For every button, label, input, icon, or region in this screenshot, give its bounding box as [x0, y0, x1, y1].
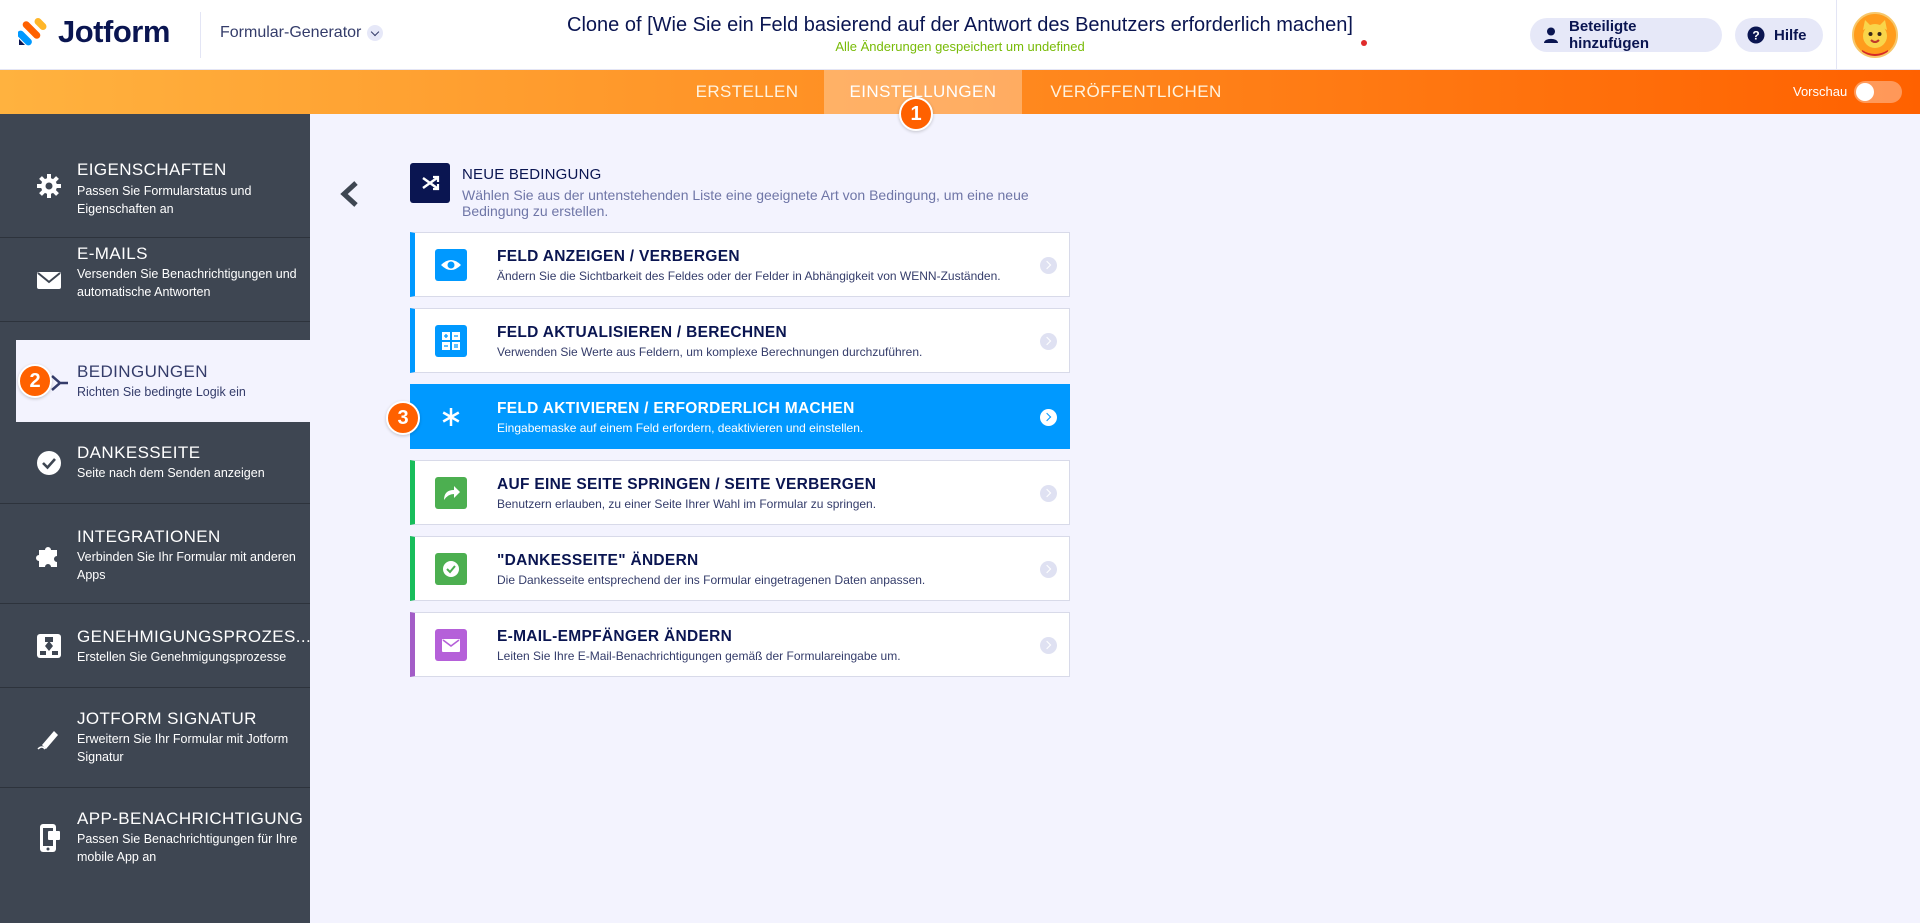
sidebar-item-title: DANKESSEITE [77, 443, 201, 462]
sidebar-item-desc: Passen Sie Benachrichtigungen für Ihre m… [77, 832, 298, 864]
condition-change-thankyou[interactable]: "DANKESSEITE" ÄNDERN Die Dankesseite ent… [410, 536, 1070, 601]
question-icon: ? [1747, 26, 1765, 44]
settings-sidebar: EIGENSCHAFTEN Passen Sie Formularstatus … [0, 114, 312, 923]
phone-icon [36, 823, 62, 852]
condition-change-email-recipient[interactable]: E-MAIL-EMPFÄNGER ÄNDERN Leiten Sie Ihre … [410, 612, 1070, 677]
new-condition-title: NEUE BEDINGUNG [462, 166, 602, 183]
sidebar-item-desc: Erweitern Sie Ihr Formular mit Jotform S… [77, 732, 289, 764]
logo-text: Jotform [58, 14, 170, 49]
condition-desc: Leiten Sie Ihre E-Mail-Benachrichtigunge… [497, 649, 901, 663]
sidebar-item-title: GENEHMIGUNGSPROZES... [77, 627, 312, 646]
condition-title: FELD ANZEIGEN / VERBERGEN [497, 248, 740, 265]
sidebar-item-app-notifications[interactable]: APP-BENACHRICHTIGUNG Passen Sie Benachri… [0, 789, 310, 889]
top-header: Jotform Formular-Generator Clone of [Wie… [0, 0, 1920, 70]
condition-show-hide[interactable]: FELD ANZEIGEN / VERBERGEN Ändern Sie die… [410, 232, 1070, 297]
sidebar-item-title: EIGENSCHAFTEN [77, 160, 227, 179]
user-icon [1542, 26, 1560, 44]
jotform-logo[interactable]: Jotform [17, 14, 170, 50]
sidebar-item-properties[interactable]: EIGENSCHAFTEN Passen Sie Formularstatus … [0, 114, 310, 238]
calculator-icon [435, 325, 467, 357]
condition-title: FELD AKTIVIEREN / ERFORDERLICH MACHEN [497, 400, 855, 417]
chevron-right-icon [1040, 637, 1057, 654]
eye-icon [435, 249, 467, 281]
sidebar-item-signature[interactable]: JOTFORM SIGNATUR Erweitern Sie Ihr Formu… [0, 689, 310, 788]
sidebar-item-emails[interactable]: E-MAILS Versenden Sie Benachrichtigungen… [0, 239, 310, 322]
builder-dropdown[interactable]: Formular-Generator [220, 24, 384, 42]
pen-icon [36, 725, 62, 751]
condition-title: AUF EINE SEITE SPRINGEN / SEITE VERBERGE… [497, 476, 877, 493]
sidebar-item-desc: Versenden Sie Benachrichtigungen und aut… [77, 267, 297, 299]
sidebar-item-thankyou[interactable]: DANKESSEITE Seite nach dem Senden anzeig… [0, 422, 310, 504]
chevron-right-icon [1040, 485, 1057, 502]
condition-skip-hide-page[interactable]: AUF EINE SEITE SPRINGEN / SEITE VERBERGE… [410, 460, 1070, 525]
avatar[interactable] [1852, 12, 1898, 58]
condition-desc: Eingabemaske auf einem Feld erfordern, d… [497, 421, 864, 435]
envelope-icon [36, 267, 62, 293]
header-divider [1836, 0, 1837, 70]
sidebar-item-title: INTEGRATIONEN [77, 527, 221, 546]
add-collaborators-button[interactable]: Beteiligte hinzufügen [1530, 18, 1722, 52]
condition-desc: Ändern Sie die Sichtbarkeit des Feldes o… [497, 269, 1001, 283]
save-status: Alle Änderungen gespeichert um undefined [835, 39, 1085, 54]
flow-icon [36, 633, 62, 659]
step-badge-1: 1 [899, 97, 933, 131]
condition-title: FELD AKTUALISIEREN / BERECHNEN [497, 324, 788, 341]
gear-icon [36, 173, 62, 199]
header-divider [200, 12, 201, 58]
sidebar-item-title: APP-BENACHRICHTIGUNG [77, 809, 304, 828]
help-label: Hilfe [1774, 26, 1807, 44]
jotform-logo-mark [17, 15, 50, 49]
sidebar-item-desc: Verbinden Sie Ihr Formular mit anderen A… [77, 550, 296, 582]
mail-icon [435, 629, 467, 661]
sidebar-item-conditions[interactable]: BEDINGUNGEN Richten Sie bedingte Logik e… [16, 340, 310, 422]
builder-nav: ERSTELLEN EINSTELLUNGEN VERÖFFENTLICHEN … [0, 70, 1920, 114]
check-icon [435, 553, 467, 585]
builder-label: Formular-Generator [220, 24, 362, 41]
preview-toggle[interactable] [1854, 81, 1902, 103]
sidebar-item-desc: Richten Sie bedingte Logik ein [77, 385, 246, 399]
sidebar-item-title: E-MAILS [77, 244, 148, 263]
tab-build[interactable]: ERSTELLEN [676, 70, 818, 114]
help-button[interactable]: ? Hilfe [1735, 18, 1823, 52]
chevron-right-icon [1040, 333, 1057, 350]
sidebar-item-desc: Erstellen Sie Genehmigungsprozesse [77, 650, 287, 664]
new-condition-desc: Wählen Sie aus der untenstehenden Liste … [462, 187, 1029, 219]
condition-update-calculate[interactable]: FELD AKTUALISIEREN / BERECHNEN Verwenden… [410, 308, 1070, 373]
jump-arrow-icon [435, 477, 467, 509]
chevron-right-icon [1040, 561, 1057, 578]
chevron-right-icon [1040, 409, 1057, 426]
shuffle-icon [410, 163, 450, 203]
sidebar-item-desc: Passen Sie Formularstatus und Eigenschaf… [77, 184, 252, 216]
check-circle-icon [36, 450, 62, 476]
sidebar-item-approvals[interactable]: GENEHMIGUNGSPROZES... Erstellen Sie Gene… [0, 605, 312, 688]
condition-enable-require[interactable]: FELD AKTIVIEREN / ERFORDERLICH MACHEN Ei… [410, 384, 1070, 449]
asterisk-icon [435, 401, 467, 433]
condition-desc: Verwenden Sie Werte aus Feldern, um komp… [497, 345, 923, 359]
condition-title: E-MAIL-EMPFÄNGER ÄNDERN [497, 628, 733, 645]
condition-desc: Benutzern erlauben, zu einer Seite Ihrer… [497, 497, 877, 511]
back-arrow-icon[interactable] [338, 180, 360, 208]
preview-label: Vorschau [1793, 84, 1848, 99]
step-badge-2: 2 [18, 364, 52, 398]
chevron-down-icon [367, 25, 384, 41]
sidebar-item-desc: Seite nach dem Senden anzeigen [77, 466, 265, 480]
sidebar-item-integrations[interactable]: INTEGRATIONEN Verbinden Sie Ihr Formular… [0, 505, 310, 604]
chevron-right-icon [1040, 257, 1057, 274]
form-title[interactable]: Clone of [Wie Sie ein Feld basierend auf… [440, 14, 1480, 37]
puzzle-icon [36, 542, 62, 568]
sidebar-item-title: JOTFORM SIGNATUR [77, 709, 257, 728]
step-badge-3: 3 [386, 401, 420, 435]
tab-publish[interactable]: VERÖFFENTLICHEN [1032, 70, 1240, 114]
add-collaborators-label: Beteiligte hinzufügen [1569, 18, 1649, 52]
notification-dot [1361, 40, 1367, 46]
svg-text:?: ? [1752, 29, 1759, 43]
sidebar-item-title: BEDINGUNGEN [77, 362, 208, 381]
condition-title: "DANKESSEITE" ÄNDERN [497, 552, 699, 569]
condition-desc: Die Dankesseite entsprechend der ins For… [497, 573, 926, 587]
